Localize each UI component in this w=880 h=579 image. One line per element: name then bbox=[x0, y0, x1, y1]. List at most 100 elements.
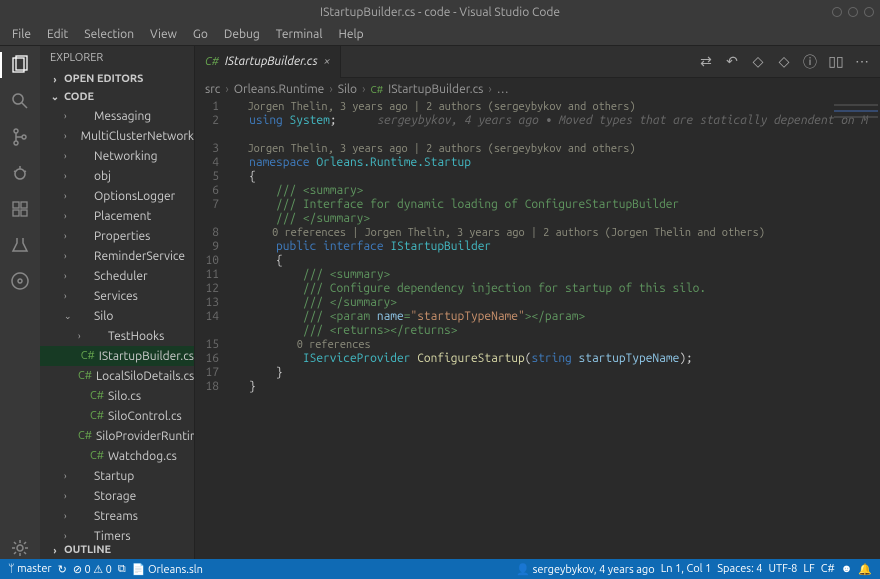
minimize-icon[interactable] bbox=[832, 7, 842, 17]
tree-item-label: obj bbox=[94, 170, 111, 183]
tree-item-multiclusternetwork[interactable]: › MultiClusterNetwork bbox=[40, 126, 194, 146]
tab-close-icon[interactable]: × bbox=[324, 55, 331, 68]
file-icon: C# bbox=[90, 450, 104, 462]
menu-help[interactable]: Help bbox=[332, 26, 369, 43]
chevron-icon: ⌄ bbox=[64, 311, 76, 322]
branch-indicator[interactable]: ᛘ master bbox=[8, 563, 52, 575]
debug-icon[interactable] bbox=[9, 162, 31, 184]
section-outline[interactable]: ›OUTLINE bbox=[40, 541, 194, 559]
solution-indicator[interactable]: 📄 Orleans.sln bbox=[132, 563, 203, 576]
tree-item-label: ReminderService bbox=[94, 250, 185, 263]
tree-item-startup[interactable]: ›Startup bbox=[40, 466, 194, 486]
window-controls bbox=[832, 7, 874, 17]
tree-item-properties[interactable]: ›Properties bbox=[40, 226, 194, 246]
scm-icon[interactable] bbox=[9, 126, 31, 148]
tree-item-streams[interactable]: ›Streams bbox=[40, 506, 194, 526]
split-editor-icon[interactable]: ▯▯ bbox=[828, 53, 844, 70]
code-area[interactable]: 123456789101112131415161718 Jorgen Theli… bbox=[195, 100, 880, 559]
tree-item-label: Timers bbox=[94, 530, 131, 542]
tree-item-obj[interactable]: › obj bbox=[40, 166, 194, 186]
file-tree: ›Messaging › MultiClusterNetwork ›Networkin… bbox=[40, 106, 194, 541]
editor: C# IStartupBuilder.cs × ⇄ ↶ ◇ ◇ ⓘ ▯▯ ⋯ s… bbox=[195, 46, 880, 559]
tree-item-silo-cs[interactable]: C# Silo.cs bbox=[40, 386, 194, 406]
codelens[interactable]: 0 references | Jorgen Thelin, 3 years ag… bbox=[229, 226, 880, 240]
tree-item-watchdog-cs[interactable]: C#Watchdog.cs bbox=[40, 446, 194, 466]
tree-item-networking[interactable]: ›Networking bbox=[40, 146, 194, 166]
maximize-icon[interactable] bbox=[848, 7, 858, 17]
tree-item-scheduler[interactable]: ›Scheduler bbox=[40, 266, 194, 286]
crumb-runtime[interactable]: Orleans.Runtime bbox=[234, 83, 325, 96]
eol-indicator[interactable]: LF bbox=[803, 563, 814, 575]
tree-item-testhooks[interactable]: ›TestHooks bbox=[40, 326, 194, 346]
gutter: 123456789101112131415161718 bbox=[195, 100, 229, 559]
section-open-editors[interactable]: ›OPEN EDITORS bbox=[40, 70, 194, 88]
crumb-more[interactable]: … bbox=[497, 83, 509, 96]
code-lines[interactable]: Jorgen Thelin, 3 years ago | 2 authors (… bbox=[229, 100, 880, 559]
section-code[interactable]: ⌄CODE bbox=[40, 88, 194, 106]
tree-item-messaging[interactable]: ›Messaging bbox=[40, 106, 194, 126]
tree-item-label: MultiClusterNetwork bbox=[81, 130, 194, 143]
tree-item-services[interactable]: ›Services bbox=[40, 286, 194, 306]
port-icon[interactable]: ⧉ bbox=[118, 563, 126, 576]
tree-item-localsilodetails-cs[interactable]: C#LocalSiloDetails.cs bbox=[40, 366, 194, 386]
tree-item-siloproviderruntime-cs[interactable]: C#SiloProviderRuntime.cs bbox=[40, 426, 194, 446]
codelens[interactable]: 0 references bbox=[229, 338, 880, 352]
diff-prev-icon[interactable]: ◇ bbox=[750, 53, 766, 70]
cursor-position[interactable]: Ln 1, Col 1 bbox=[661, 563, 712, 575]
bell-icon[interactable]: 🔔 bbox=[858, 563, 872, 576]
tree-item-istartupbuilder-cs[interactable]: C#IStartupBuilder.cs bbox=[40, 346, 194, 366]
feedback-icon[interactable]: ☻ bbox=[841, 563, 853, 575]
tree-item-label: Storage bbox=[94, 490, 136, 503]
crumb-file[interactable]: IStartupBuilder.cs bbox=[388, 83, 483, 96]
info-icon[interactable]: ⓘ bbox=[802, 52, 818, 72]
menu-go[interactable]: Go bbox=[187, 26, 214, 43]
problems-indicator[interactable]: ⊘ 0 ⚠ 0 bbox=[73, 563, 112, 576]
search-icon[interactable] bbox=[9, 90, 31, 112]
tree-item-label: Placement bbox=[94, 210, 151, 223]
file-icon: C# bbox=[78, 430, 92, 442]
menubar: File Edit Selection View Go Debug Termin… bbox=[0, 24, 880, 46]
sync-icon[interactable]: ↻ bbox=[58, 563, 67, 576]
statusbar: ᛘ master ↻ ⊘ 0 ⚠ 0 ⧉ 📄 Orleans.sln 👤 ser… bbox=[0, 559, 880, 579]
tree-item-label: Properties bbox=[94, 230, 150, 243]
tree-item-storage[interactable]: ›Storage bbox=[40, 486, 194, 506]
menu-file[interactable]: File bbox=[6, 26, 37, 43]
test-icon[interactable] bbox=[9, 234, 31, 256]
close-icon[interactable] bbox=[864, 7, 874, 17]
tab-istartupbuilder[interactable]: C# IStartupBuilder.cs × bbox=[195, 46, 341, 78]
diff-next-icon[interactable]: ◇ bbox=[776, 53, 792, 70]
menu-debug[interactable]: Debug bbox=[218, 26, 266, 43]
crumb-src[interactable]: src bbox=[205, 83, 220, 96]
breadcrumb[interactable]: src› Orleans.Runtime› Silo› C#IStartupBu… bbox=[195, 78, 880, 100]
blame-status[interactable]: 👤 sergeybykov, 4 years ago bbox=[516, 563, 654, 576]
tree-item-silo[interactable]: ⌄Silo bbox=[40, 306, 194, 326]
file-icon: C# bbox=[90, 390, 104, 402]
minimap[interactable] bbox=[834, 104, 878, 140]
indent-indicator[interactable]: Spaces: 4 bbox=[717, 563, 762, 575]
more-icon[interactable]: ⋯ bbox=[854, 53, 870, 70]
tree-item-silocontrol-cs[interactable]: C#SiloControl.cs bbox=[40, 406, 194, 426]
tree-item-placement[interactable]: ›Placement bbox=[40, 206, 194, 226]
menu-view[interactable]: View bbox=[144, 26, 183, 43]
menu-terminal[interactable]: Terminal bbox=[270, 26, 329, 43]
compare-icon[interactable]: ⇄ bbox=[698, 53, 714, 70]
chevron-icon: › bbox=[78, 331, 90, 341]
explorer-icon[interactable] bbox=[9, 54, 31, 76]
codelens[interactable]: Jorgen Thelin, 3 years ago | 2 authors (… bbox=[229, 100, 880, 114]
menu-selection[interactable]: Selection bbox=[78, 26, 140, 43]
tree-item-label: Silo.cs bbox=[108, 390, 141, 403]
language-indicator[interactable]: C# bbox=[821, 563, 835, 575]
chevron-icon: › bbox=[64, 131, 70, 141]
tree-item-optionslogger[interactable]: ›OptionsLogger bbox=[40, 186, 194, 206]
chevron-icon: › bbox=[64, 171, 76, 181]
settings-icon[interactable] bbox=[9, 537, 31, 559]
revert-icon[interactable]: ↶ bbox=[724, 53, 740, 70]
codelens[interactable]: Jorgen Thelin, 3 years ago | 2 authors (… bbox=[229, 142, 880, 156]
extensions-icon[interactable] bbox=[9, 198, 31, 220]
remote-icon[interactable] bbox=[9, 270, 31, 292]
menu-edit[interactable]: Edit bbox=[41, 26, 74, 43]
tree-item-reminderservice[interactable]: ›ReminderService bbox=[40, 246, 194, 266]
encoding-indicator[interactable]: UTF-8 bbox=[769, 563, 798, 575]
tree-item-timers[interactable]: ›Timers bbox=[40, 526, 194, 541]
crumb-silo[interactable]: Silo bbox=[338, 83, 357, 96]
